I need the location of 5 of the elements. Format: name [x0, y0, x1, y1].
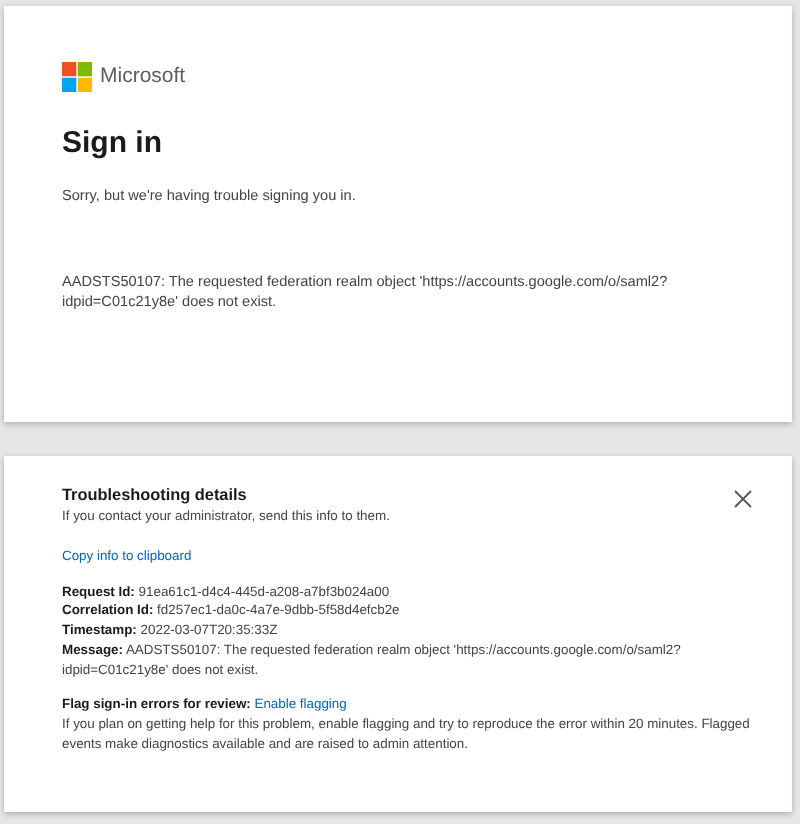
page-title: Sign in	[62, 123, 164, 164]
brand-name: Microsoft	[100, 62, 186, 92]
close-icon[interactable]	[734, 490, 752, 508]
microsoft-logo-icon	[62, 62, 92, 93]
section-title: Troubleshooting details	[62, 484, 247, 508]
